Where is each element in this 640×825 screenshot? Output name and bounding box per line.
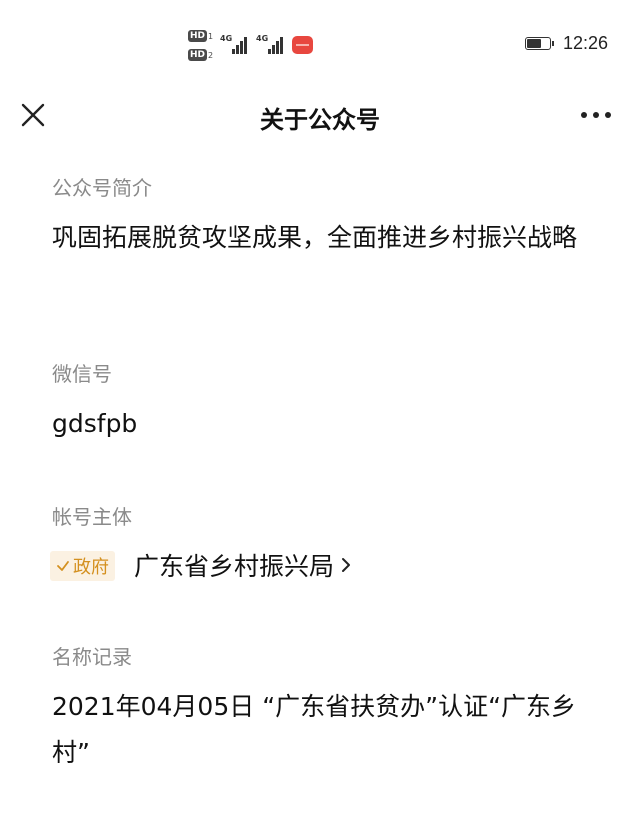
entity-name: 广东省乡村振兴局: [134, 552, 335, 581]
status-time: 12:26: [563, 33, 609, 53]
chevron-right-icon: [342, 558, 351, 572]
hd2-badge: HD: [188, 49, 208, 61]
signal-1-icon: 4G: [220, 34, 250, 54]
gov-badge-label: 政府: [73, 557, 109, 578]
page-title: 关于公众号: [260, 106, 380, 134]
nav-bar: 关于公众号: [0, 90, 640, 145]
hd1-sub: 1: [208, 32, 214, 41]
network-1-label: 4G: [220, 34, 233, 43]
hd1-badge: HD: [188, 30, 208, 42]
battery-icon: [525, 37, 555, 52]
more-button[interactable]: [578, 105, 614, 125]
more-icon: [581, 112, 611, 118]
network-2-label: 4G: [256, 34, 269, 43]
hd-indicators: HD 1 HD 2: [188, 30, 214, 64]
signal-2-icon: 4G: [256, 34, 286, 54]
app-notification-icon: [292, 36, 313, 54]
gov-verified-badge: 政府: [50, 551, 115, 581]
name-history-value: 2021年04月05日 “广东省扶贫办”认证“广东乡村”: [52, 692, 577, 767]
intro-label: 公众号简介: [52, 176, 152, 200]
check-icon: [57, 561, 69, 571]
status-bar: HD 1 HD 2 4G 4G 12:26: [0, 0, 640, 90]
wechat-id-value: gdsfpb: [52, 409, 138, 438]
hd2-sub: 2: [208, 51, 214, 60]
intro-value: 巩固拓展脱贫攻坚成果，全面推进乡村振兴战略: [52, 223, 578, 252]
entity-label: 帐号主体: [52, 505, 132, 529]
name-history-label: 名称记录: [52, 645, 132, 669]
entity-link[interactable]: 广东省乡村振兴局: [134, 547, 352, 583]
battery-fill: [527, 39, 541, 48]
wechat-id-label: 微信号: [52, 362, 112, 386]
